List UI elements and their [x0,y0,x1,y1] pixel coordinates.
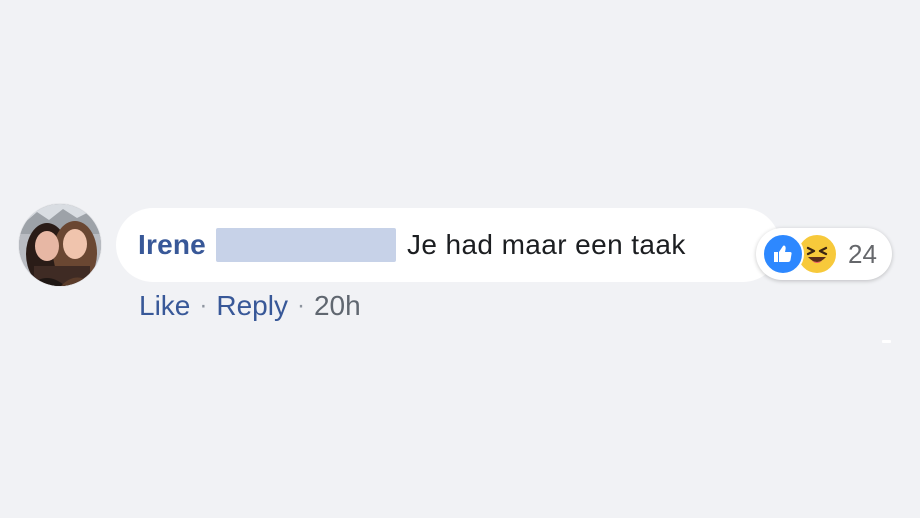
reply-link[interactable]: Reply [216,290,288,322]
like-link[interactable]: Like [139,290,190,322]
comment-actions: Like · Reply · 20h [139,290,361,322]
haha-icon-glyph [806,246,828,263]
action-separator: · [199,292,208,319]
avatar[interactable] [19,204,101,286]
like-icon [762,233,804,275]
comment-bubble: Irene Je had maar een taak [116,208,780,282]
reaction-summary[interactable]: 24 [756,228,892,280]
avatar-photo [19,204,101,286]
reaction-count: 24 [848,238,877,269]
comment-text: Je had maar een taak [406,229,686,260]
redacted-name [215,228,396,262]
comment-timestamp[interactable]: 20h [314,290,361,322]
decorative-divider [882,340,891,343]
action-separator: · [296,292,305,319]
like-icon-glyph [774,245,792,262]
comment: Irene Je had maar een taak 24 Like · Rep… [0,0,920,518]
comment-author[interactable]: Irene [138,229,206,261]
